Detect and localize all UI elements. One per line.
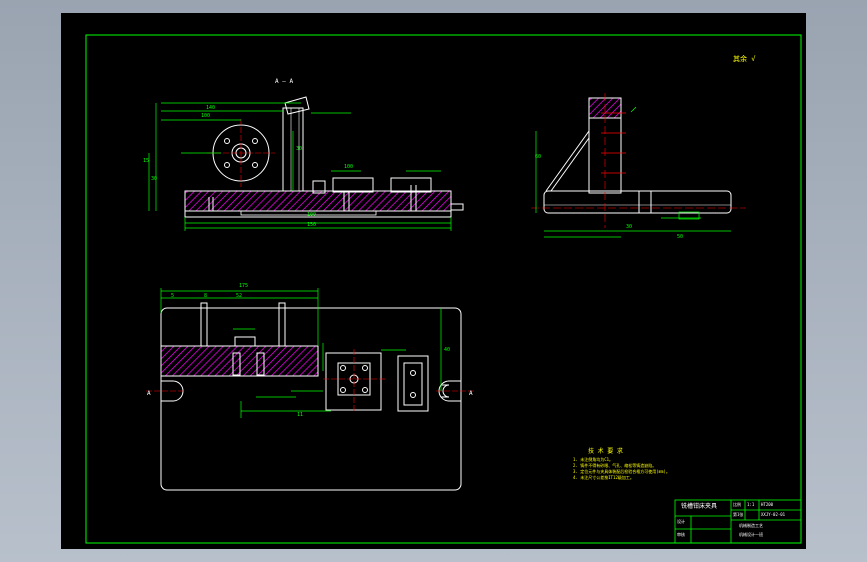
dim-label: 50 [677,234,684,240]
drawing-viewport[interactable]: 其余 √ A — A 140 100 30 15 30 100 150 100 … [61,13,806,549]
dim-label: 52 [236,293,243,299]
surface-finish-note: 其余 √ [733,55,756,63]
school-name: 机械制造工艺 [739,523,763,528]
class-name: 机械设计一班 [739,532,763,537]
part-name: 铣槽钳床夹具 [681,503,718,510]
dim-label: 100 [201,113,211,119]
section-mark: A [469,390,473,397]
cad-drawing-canvas [85,34,802,544]
dim-label: 100 [307,212,317,218]
dim-label: 140 [206,105,216,111]
front-section-view [148,96,464,231]
scale-value: 1:1 [747,502,755,507]
material: HT200 [761,502,774,507]
note-item: 3. 定位元件与夹具体装配后检验合格方可使用(mm)。 [573,469,670,474]
notes-title: 技 术 要 求 [588,448,623,455]
side-view [531,93,746,238]
section-label: A — A [275,78,294,85]
dim-label: 30 [626,224,633,230]
dim-label: 8 [204,293,208,299]
dim-label: 175 [239,283,249,289]
note-item: 1. 未注倒角均为C1。 [573,457,614,462]
dim-label: 30 [151,176,158,182]
plan-view [146,288,476,491]
note-item: 4. 未注尺寸公差按IT12级加工。 [573,475,634,480]
dim-label: 100 [344,164,354,170]
scale-label: 比例 [733,502,741,507]
document-number: XXJY-02-01 [761,512,786,517]
dim-label: 30 [296,146,303,152]
dim-label: 150 [307,222,317,228]
checker-label: 审核 [677,532,685,537]
dim-label: 11 [297,412,304,418]
dim-label: 40 [444,347,451,353]
dim-label: 60 [535,154,542,160]
dim-label: 5 [171,293,175,299]
sheet-number: 第1张 [733,512,744,517]
dim-label: 15 [143,158,150,164]
note-item: 2. 铸件不得有砂眼、气孔、缩松等铸造缺陷。 [573,463,657,468]
designer-label: 设计 [677,519,685,524]
section-mark: A [147,390,151,397]
